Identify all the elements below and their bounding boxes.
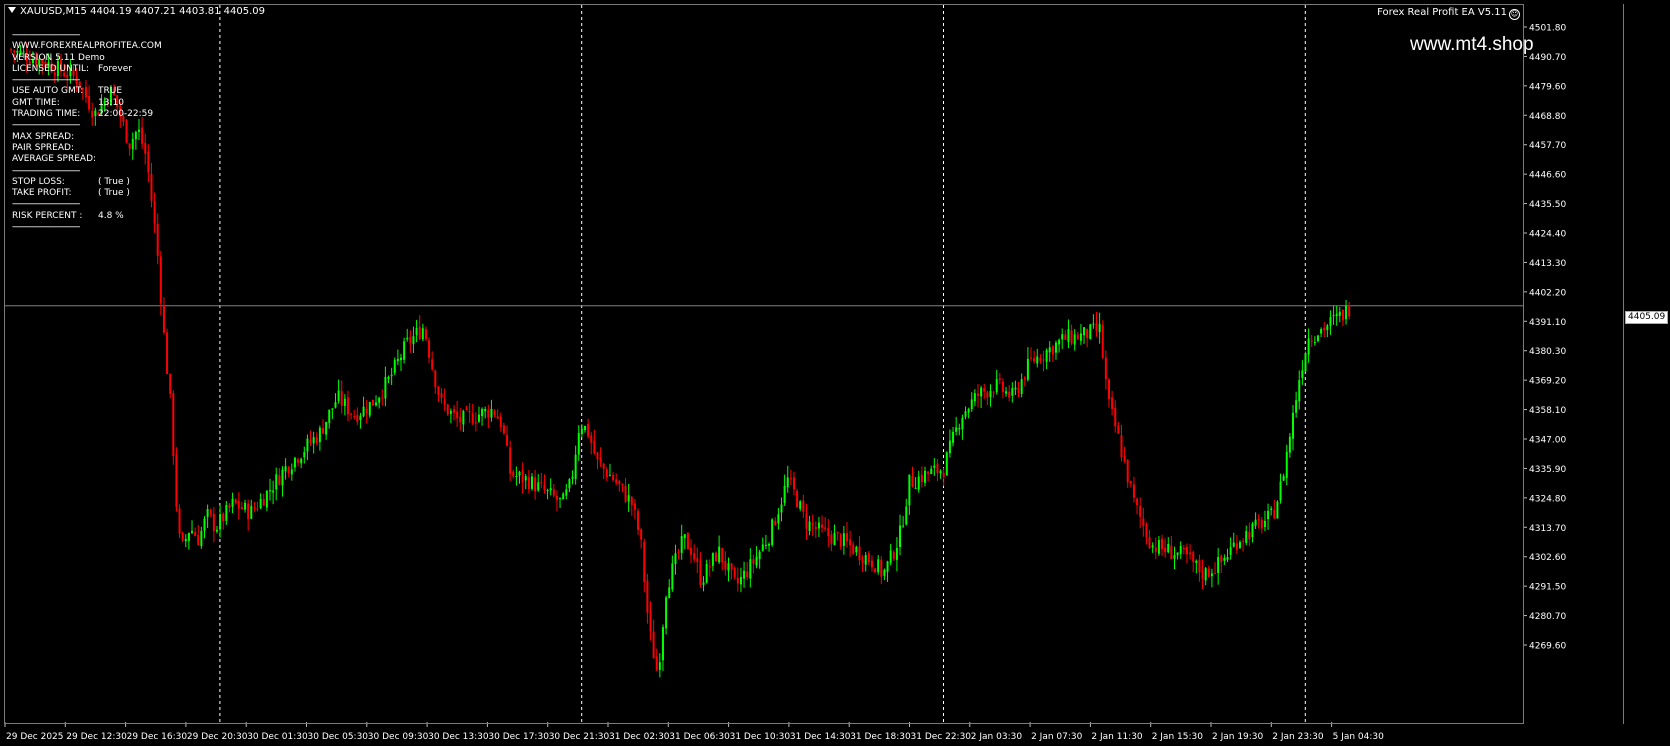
stop-loss-label: STOP LOSS: <box>12 176 65 187</box>
x-tick-label: 2 Jan 11:30 <box>1091 732 1143 742</box>
panel-separator: ------------------------------ <box>12 30 80 40</box>
dropdown-triangle-icon[interactable] <box>8 7 16 13</box>
site-line: WWW.FOREXREALPROFITEA.COM <box>12 41 162 52</box>
x-tick-label: 31 Dec 14:30 <box>790 732 851 742</box>
max-spread-line: MAX SPREAD: <box>12 131 75 142</box>
symbol-quote-line: XAUUSD,M15 4404.19 4407.21 4403.81 4405.… <box>20 6 266 17</box>
x-tick-label: 30 Dec 05:30 <box>308 732 369 742</box>
panel-separator: ------------------------------ <box>12 222 80 233</box>
risk-percent-line: RISK PERCENT : 4.8 % <box>12 211 162 222</box>
x-tick-label: 5 Jan 04:30 <box>1333 732 1385 742</box>
y-tick-label: 4457.70 <box>1529 141 1566 151</box>
trading-time-value: 22:00-22:59 <box>98 109 154 120</box>
average-spread-line: AVERAGE SPREAD: <box>12 154 97 165</box>
x-tick-label: 30 Dec 13:30 <box>428 732 489 742</box>
x-tick-label: 30 Dec 21:30 <box>549 732 610 742</box>
pair-spread-line: PAIR SPREAD: <box>12 142 74 153</box>
panel-separator: ------------------------------ <box>12 165 80 176</box>
x-tick-label: 30 Dec 01:30 <box>247 732 308 742</box>
chart-window[interactable]: 4501.80 4490.70 4479.60 4468.80 4457.70 4446.… <box>0 0 1670 746</box>
stop-loss-value: ( True ) <box>98 176 130 187</box>
y-tick-label: 4413.30 <box>1529 259 1566 269</box>
y-tick-label: 4501.80 <box>1529 24 1566 34</box>
y-tick-label: 4302.60 <box>1529 553 1566 563</box>
take-profit-label: TAKE PROFIT: <box>12 188 72 199</box>
y-tick-label: 4468.80 <box>1529 112 1566 122</box>
x-tick-label: 2 Jan 23:30 <box>1272 732 1324 742</box>
y-tick-label: 4324.80 <box>1529 494 1566 504</box>
risk-percent-label: RISK PERCENT : <box>12 210 83 221</box>
auto-gmt-label: USE AUTO GMT: <box>12 86 84 97</box>
chart-title[interactable]: XAUUSD,M15 4404.19 4407.21 4403.81 4405.… <box>8 6 265 17</box>
x-tick-label: 30 Dec 09:30 <box>368 732 429 742</box>
x-tick-label: 31 Dec 10:30 <box>730 732 791 742</box>
panel-separator: ------------------------------ <box>12 120 80 131</box>
y-tick-label: 4291.50 <box>1529 583 1566 593</box>
auto-gmt-value: TRUE <box>98 86 123 97</box>
y-tick-label: 4369.20 <box>1529 377 1566 387</box>
y-tick-label: 4446.60 <box>1529 171 1566 181</box>
risk-percent-value: 4.8 % <box>98 210 124 221</box>
x-tick-label: 29 Dec 12:30 <box>66 732 127 742</box>
stop-loss-line: STOP LOSS: ( True ) <box>12 177 162 188</box>
chart-frame <box>4 4 1524 724</box>
x-tick-label: 2 Jan 19:30 <box>1212 732 1264 742</box>
trading-time-label: TRADING TIME: <box>12 109 81 120</box>
trading-time-line: TRADING TIME: 22:00-22:59 <box>12 109 162 120</box>
y-tick-label: 4380.30 <box>1529 347 1566 357</box>
license-label: LICENSED UNTIL: <box>12 63 90 74</box>
panel-separator: ------------------------------ <box>12 199 80 210</box>
x-tick-label: 31 Dec 02:30 <box>609 732 670 742</box>
y-tick-label: 4391.10 <box>1529 318 1566 328</box>
smiley-icon[interactable]: ☺ <box>1509 9 1520 20</box>
price-scale-border <box>1623 4 1624 724</box>
version-line: VERSION 5.11 Demo <box>12 52 105 63</box>
auto-gmt-line: USE AUTO GMT: TRUE <box>12 86 162 97</box>
y-tick-label: 4335.90 <box>1529 465 1566 475</box>
y-tick-label: 4358.10 <box>1529 406 1566 416</box>
y-tick-label: 4479.60 <box>1529 82 1566 92</box>
take-profit-value: ( True ) <box>98 188 130 199</box>
watermark-text: www.mt4.shop <box>1410 34 1534 55</box>
take-profit-line: TAKE PROFIT: ( True ) <box>12 188 162 199</box>
x-tick-label: 2 Jan 15:30 <box>1152 732 1204 742</box>
gmt-time-label: GMT TIME: <box>12 97 60 108</box>
y-tick-label: 4490.70 <box>1529 53 1566 63</box>
x-tick-label: 29 Dec 20:30 <box>187 732 248 742</box>
x-tick-label: 2 Jan 03:30 <box>971 732 1023 742</box>
current-price-tag: 4405.09 <box>1625 311 1669 324</box>
x-tick-label: 31 Dec 22:30 <box>911 732 972 742</box>
license-line: LICENSED UNTIL: Forever <box>12 64 162 75</box>
x-tick-label: 29 Dec 2025 <box>6 732 64 742</box>
y-tick-label: 4435.50 <box>1529 200 1566 210</box>
expert-advisor-label[interactable]: Forex Real Profit EA V5.11 ☺ <box>1377 7 1520 20</box>
x-tick-label: 2 Jan 07:30 <box>1031 732 1083 742</box>
ea-info-panel: ------------------------------ WWW.FOREX… <box>12 30 162 233</box>
gmt-time-value: 13:10 <box>98 97 124 108</box>
y-tick-label: 4313.70 <box>1529 524 1566 534</box>
license-value: Forever <box>98 63 132 74</box>
x-tick-label: 31 Dec 06:30 <box>669 732 730 742</box>
x-tick-label: 29 Dec 16:30 <box>127 732 188 742</box>
y-tick-label: 4402.20 <box>1529 288 1566 298</box>
gmt-time-line: GMT TIME: 13:10 <box>12 98 162 109</box>
y-tick-label: 4424.40 <box>1529 230 1566 240</box>
panel-separator: ------------------------------ <box>12 75 80 86</box>
ea-name: Forex Real Profit EA V5.11 <box>1377 7 1507 18</box>
y-tick-label: 4269.60 <box>1529 642 1566 652</box>
x-tick-label: 30 Dec 17:30 <box>488 732 549 742</box>
y-tick-label: 4347.00 <box>1529 436 1566 446</box>
y-tick-label: 4280.70 <box>1529 612 1566 622</box>
x-tick-label: 31 Dec 18:30 <box>850 732 911 742</box>
